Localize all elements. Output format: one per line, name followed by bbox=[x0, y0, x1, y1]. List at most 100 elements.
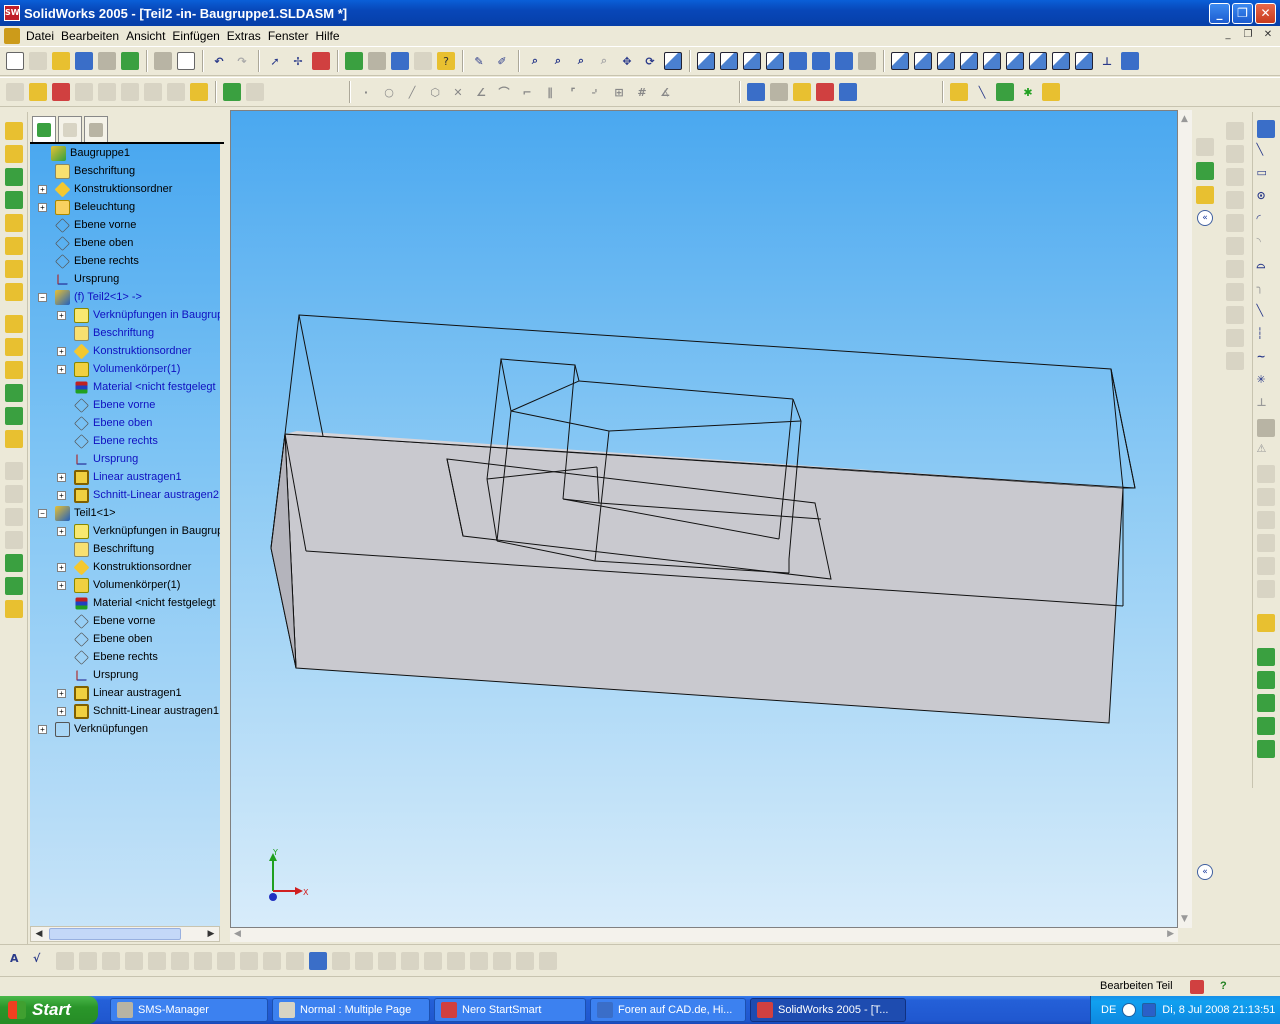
insert-component-icon[interactable] bbox=[52, 83, 70, 101]
annotation-options-icon[interactable] bbox=[539, 951, 557, 970]
doc-close-button[interactable]: ✕ bbox=[1260, 28, 1276, 42]
expand-icon[interactable]: + bbox=[57, 580, 66, 590]
mate-icon[interactable] bbox=[75, 83, 93, 101]
expand-icon[interactable]: + bbox=[57, 346, 66, 356]
tree-item[interactable]: Beschriftung bbox=[57, 324, 154, 342]
save-icon[interactable] bbox=[75, 52, 93, 70]
table-icon[interactable] bbox=[378, 951, 396, 970]
smart-dimension-icon[interactable]: ✐ bbox=[493, 52, 511, 70]
tree-item[interactable]: + Volumenkörper(1) bbox=[57, 576, 180, 594]
area-hatch-icon[interactable] bbox=[355, 951, 373, 970]
tree-item[interactable]: Ebene oben bbox=[38, 234, 133, 252]
tree-item[interactable]: − (f) Teil2<1> -> bbox=[38, 288, 142, 306]
taskbar-button-printer[interactable]: Normal : Multiple Page bbox=[272, 998, 430, 1022]
line-tool-icon[interactable]: ╲ bbox=[1257, 143, 1275, 161]
tray-app-icon[interactable] bbox=[1142, 1003, 1157, 1017]
options-icon[interactable] bbox=[368, 52, 386, 70]
menu-datei[interactable]: Datei bbox=[26, 29, 61, 43]
tree-item[interactable]: + Verknüpfungen in Baugrup bbox=[57, 522, 220, 540]
close-button[interactable]: ✕ bbox=[1255, 3, 1276, 24]
circle-tool-icon[interactable]: ⊙ bbox=[1257, 189, 1275, 207]
help-icon[interactable]: ? bbox=[437, 52, 455, 70]
configuration-manager-tab[interactable] bbox=[84, 116, 108, 142]
start-button[interactable]: Start bbox=[0, 996, 98, 1024]
tree-item[interactable]: Ursprung bbox=[38, 270, 119, 288]
linear-pattern-icon[interactable]: ⊞ bbox=[610, 83, 628, 101]
move-component-icon[interactable] bbox=[98, 83, 116, 101]
rectangle-icon[interactable]: ▭ bbox=[1257, 166, 1275, 184]
revision-icon[interactable] bbox=[332, 951, 350, 970]
trim-icon[interactable]: ✕ bbox=[449, 83, 467, 101]
minimize-button[interactable]: _ bbox=[1209, 3, 1230, 24]
view-back-icon[interactable] bbox=[914, 52, 932, 70]
tree-item[interactable]: + Konstruktionsordner bbox=[38, 180, 172, 198]
tree-item[interactable]: Beschriftung bbox=[57, 540, 154, 558]
vertical-dim-icon[interactable] bbox=[1226, 168, 1244, 186]
reference-point-icon[interactable]: ✱ bbox=[1019, 83, 1037, 101]
standard-views-icon[interactable] bbox=[664, 52, 682, 70]
check-icon[interactable] bbox=[793, 83, 811, 101]
menu-ansicht[interactable]: Ansicht bbox=[126, 29, 172, 43]
collapse-taskpane-icon[interactable]: « bbox=[1197, 864, 1213, 880]
scroll-thumb[interactable] bbox=[49, 928, 181, 940]
magnetic-line-icon[interactable] bbox=[424, 951, 442, 970]
wireframe-icon[interactable] bbox=[697, 52, 715, 70]
view-top-icon[interactable] bbox=[983, 52, 1001, 70]
tree-item[interactable]: Ebene rechts bbox=[57, 648, 158, 666]
tree-item[interactable]: + Volumenkörper(1) bbox=[57, 360, 180, 378]
circle-icon[interactable]: ○ bbox=[380, 83, 398, 101]
cosmetic-thread-icon[interactable] bbox=[217, 951, 235, 970]
collapse-icon[interactable]: − bbox=[38, 508, 47, 518]
block-insert-icon[interactable] bbox=[240, 951, 258, 970]
expand-icon[interactable]: + bbox=[57, 688, 66, 698]
restore-button[interactable]: ❐ bbox=[1232, 3, 1253, 24]
hole-wizard-icon[interactable] bbox=[4, 430, 23, 448]
traffic-light-icon[interactable] bbox=[312, 52, 330, 70]
select-arrow-icon[interactable]: ➚ bbox=[266, 52, 284, 70]
pan-icon[interactable]: ✥ bbox=[618, 52, 636, 70]
dome-icon[interactable] bbox=[4, 462, 23, 480]
mirror-sketch-icon[interactable] bbox=[1256, 419, 1275, 437]
undo-icon[interactable]: ↶ bbox=[210, 52, 228, 70]
expand-taskpane-icon[interactable]: « bbox=[1197, 210, 1213, 226]
menu-fenster[interactable]: Fenster bbox=[268, 29, 316, 43]
taskbar-button-browser[interactable]: Foren auf CAD.de, Hi... bbox=[590, 998, 746, 1022]
hidden-lines-removed-icon[interactable] bbox=[743, 52, 761, 70]
view-trimetric-icon[interactable] bbox=[1052, 52, 1070, 70]
expand-icon[interactable]: + bbox=[57, 472, 66, 482]
expand-icon[interactable]: + bbox=[38, 724, 47, 734]
property-manager-tab[interactable] bbox=[58, 116, 82, 142]
tree-item[interactable]: Ebene oben bbox=[57, 414, 152, 432]
revolved-boss-icon[interactable] bbox=[4, 145, 23, 163]
tree-item[interactable]: + Verknüpfungen in Baugrup bbox=[57, 306, 220, 324]
sketch-pen-icon[interactable]: ✎ bbox=[470, 52, 488, 70]
expand-icon[interactable]: + bbox=[57, 310, 66, 320]
tree-item[interactable]: + Konstruktionsordner bbox=[57, 342, 191, 360]
make-drawing-icon[interactable] bbox=[98, 52, 116, 70]
layer-icon[interactable] bbox=[447, 951, 465, 970]
extend-icon[interactable]: ∠ bbox=[472, 83, 490, 101]
warning-icon[interactable]: ⚠ bbox=[1257, 442, 1275, 460]
expand-icon[interactable]: + bbox=[38, 184, 47, 194]
rebuild-icon[interactable] bbox=[391, 52, 409, 70]
menu-hilfe[interactable]: Hilfe bbox=[316, 29, 347, 43]
datum-target-icon[interactable] bbox=[148, 951, 166, 970]
circular-pattern-icon[interactable] bbox=[4, 508, 23, 526]
zoom-in-out-icon[interactable]: ⌕ bbox=[572, 52, 590, 70]
properties-icon[interactable] bbox=[414, 52, 432, 70]
weld-symbol-icon[interactable] bbox=[171, 951, 189, 970]
vertical-ordinate-icon[interactable] bbox=[1226, 237, 1244, 255]
home-icon[interactable] bbox=[1196, 138, 1214, 156]
view-left-icon[interactable] bbox=[937, 52, 955, 70]
grid-icon[interactable]: # bbox=[633, 83, 651, 101]
solidworks-app-icon[interactable]: SW bbox=[4, 5, 20, 21]
linear-pattern-feature-icon[interactable] bbox=[4, 485, 23, 503]
datum-feature-icon[interactable] bbox=[125, 951, 143, 970]
section-hatch-icon[interactable] bbox=[516, 951, 534, 970]
line-icon[interactable]: ╱ bbox=[403, 83, 421, 101]
coordinate-system-icon[interactable] bbox=[996, 83, 1014, 101]
lofted-cut-icon[interactable] bbox=[4, 283, 23, 301]
fully-define-icon[interactable] bbox=[1226, 352, 1244, 370]
design-library-icon[interactable] bbox=[246, 83, 264, 101]
3point-arc-icon[interactable]: ⌓ bbox=[1257, 258, 1275, 276]
